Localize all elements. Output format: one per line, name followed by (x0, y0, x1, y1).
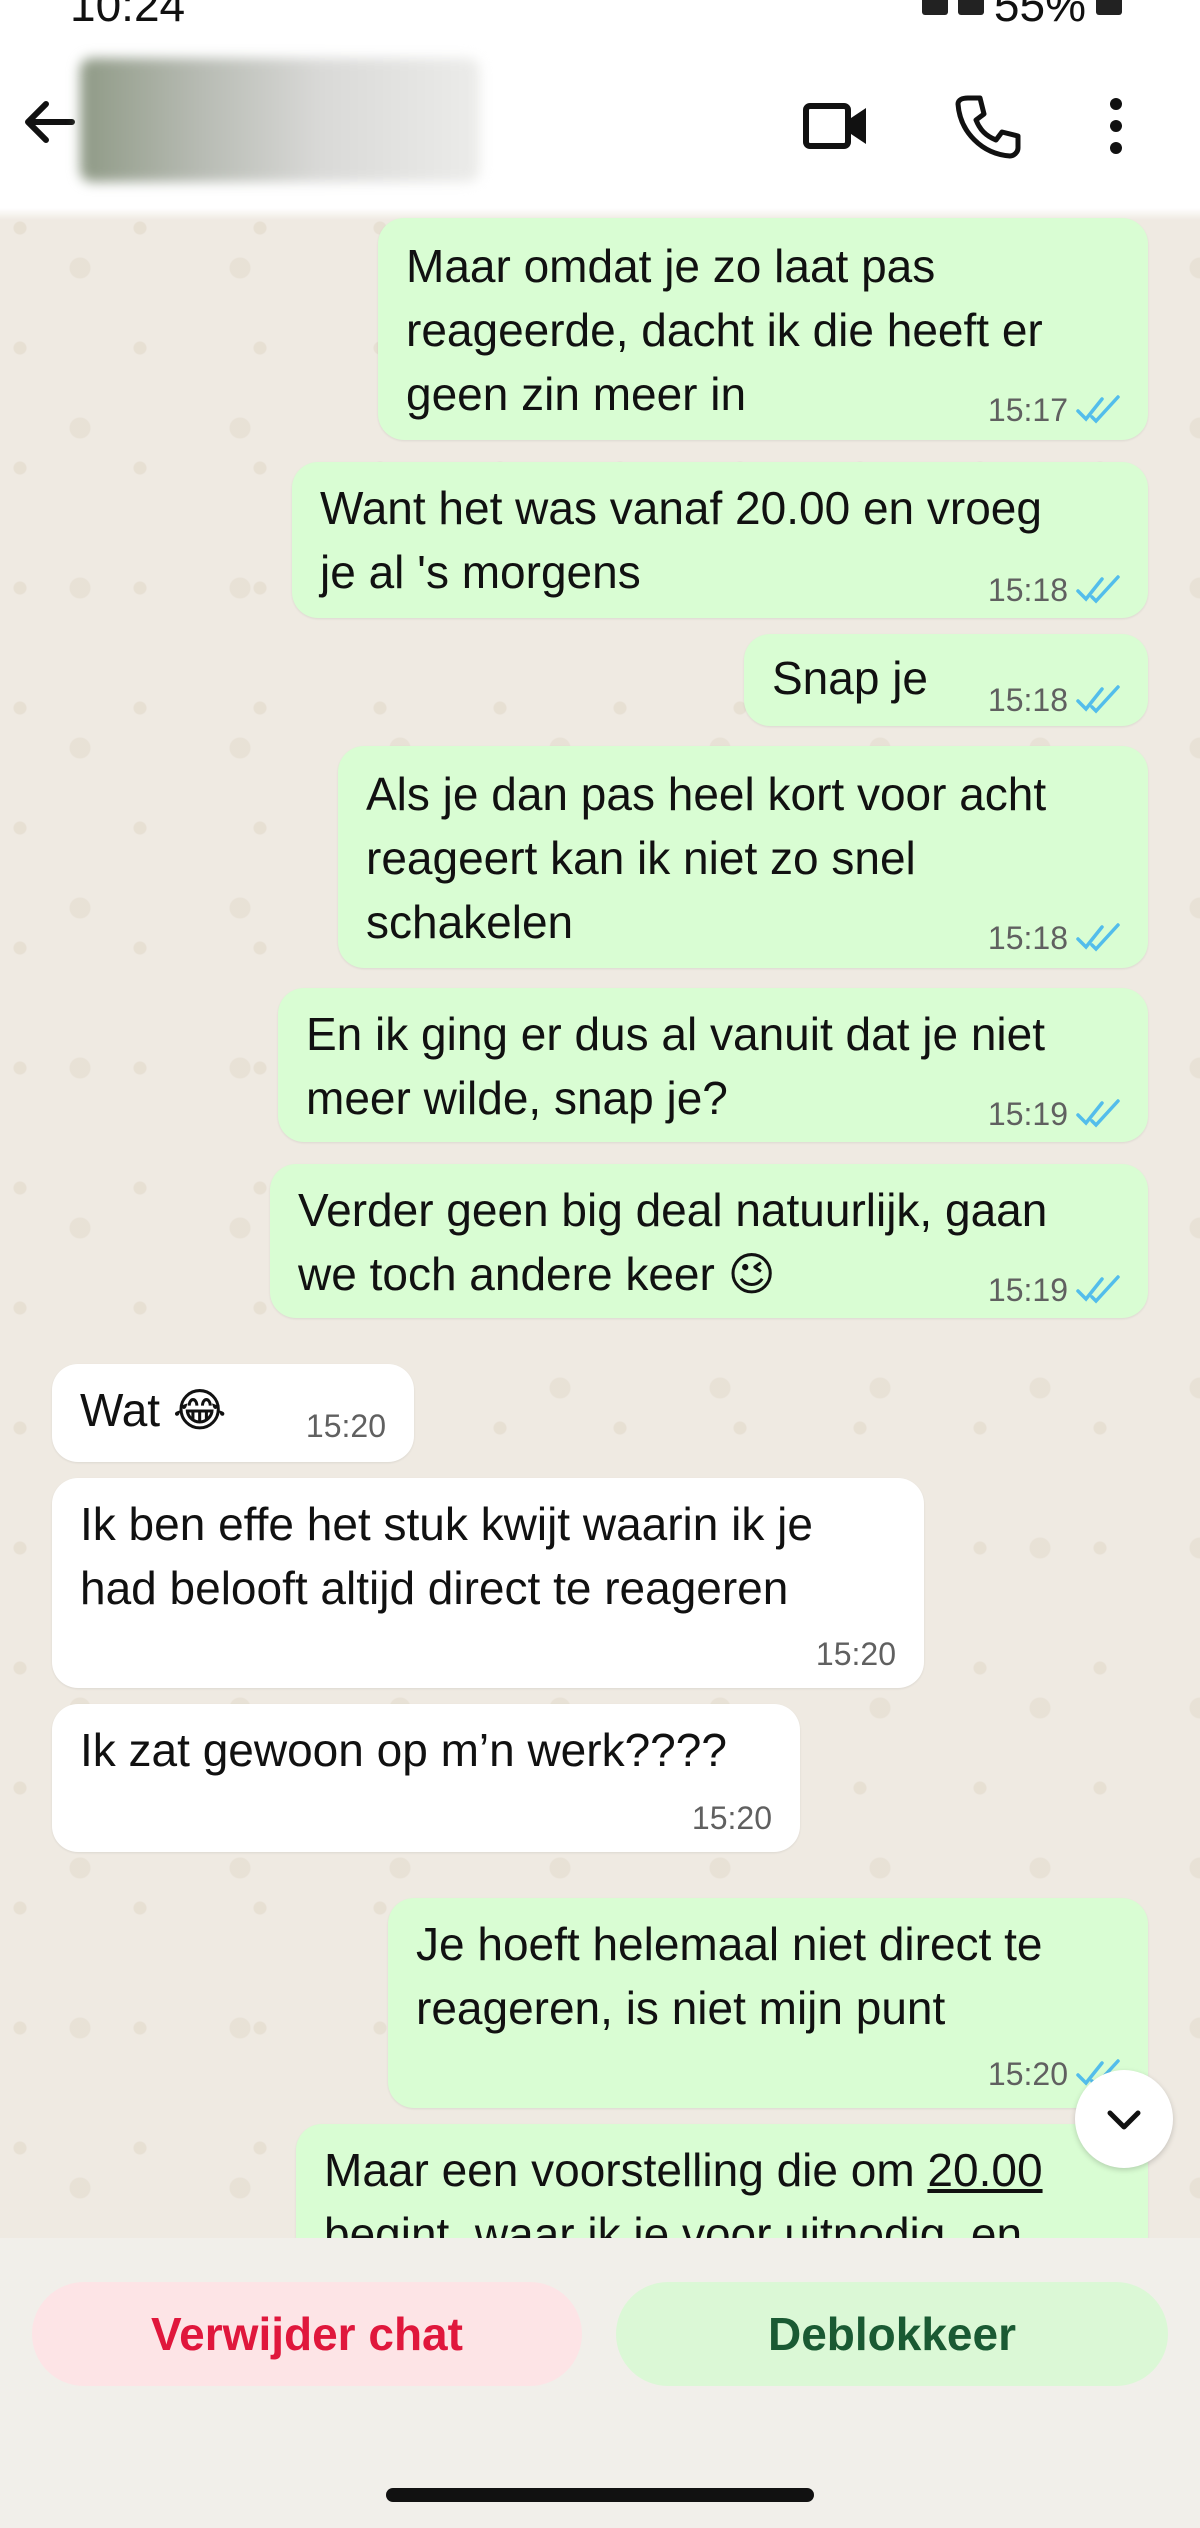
message-time: 15:18 (987, 572, 1068, 608)
chat-header (0, 40, 1200, 209)
message-bubble[interactable]: Snap je 15:18 (744, 634, 1148, 726)
message-meta: 15:18 (988, 680, 1120, 720)
message-bubble[interactable]: En ik ging er dus al vanuit dat je niet … (278, 988, 1148, 1142)
message-meta: 15:18 (988, 570, 1120, 610)
message-text-part: begint, waar ik je voor uitnodig, en (324, 2208, 1023, 2238)
read-ticks-icon (1076, 1275, 1120, 1304)
message-bubble[interactable]: Maar een voorstelling die om 20.00 begin… (296, 2124, 1148, 2238)
message-text: Je hoeft helemaal niet direct te reagere… (416, 1918, 1043, 2034)
unblock-button[interactable]: Deblokkeer (616, 2282, 1168, 2386)
message-time: 15:17 (987, 392, 1068, 428)
message-bubble[interactable]: Ik ben effe het stuk kwijt waarin ik je … (52, 1478, 924, 1688)
message-time: 15:18 (987, 920, 1068, 956)
video-call-icon[interactable] (800, 90, 872, 162)
back-arrow-icon[interactable] (18, 90, 82, 154)
message-bubble[interactable]: Je hoeft helemaal niet direct te reagere… (388, 1898, 1148, 2108)
mute-icon (921, 0, 948, 15)
message-meta: 15:19 (988, 1270, 1120, 1310)
status-bar: 10:24 55% (0, 0, 1200, 40)
message-time: 15:19 (987, 1272, 1068, 1308)
message-meta: 15:20 (816, 1634, 896, 1674)
read-ticks-icon (1076, 395, 1120, 424)
read-ticks-icon (1076, 685, 1120, 714)
home-indicator[interactable] (386, 2488, 814, 2502)
message-bubble[interactable]: Ik zat gewoon op m’n werk???? 15:20 (52, 1704, 800, 1852)
message-bubble[interactable]: Als je dan pas heel kort voor acht reage… (338, 746, 1148, 968)
status-time: 10:24 (70, 0, 186, 31)
read-ticks-icon (1076, 1099, 1120, 1128)
chevron-down-icon (1107, 2110, 1141, 2130)
message-time: 15:20 (691, 1800, 772, 1836)
message-bubble[interactable]: Want het was vanaf 20.00 en vroeg je al … (292, 462, 1148, 618)
read-ticks-icon (1076, 575, 1120, 604)
battery-percent: 55% (993, 0, 1086, 31)
phone-call-icon[interactable] (952, 90, 1024, 162)
message-meta: 15:19 (988, 1094, 1120, 1134)
message-time: 15:20 (815, 1636, 896, 1672)
status-icons: 55% (921, 0, 1122, 32)
battery-icon (1096, 0, 1122, 15)
message-bubble[interactable]: Wat 😂 15:20 (52, 1364, 414, 1462)
message-text: Maar een voorstelling die om 20.00 begin… (324, 2138, 1144, 2238)
message-time: 15:19 (987, 1096, 1068, 1132)
message-meta: 15:20 (306, 1406, 386, 1446)
read-ticks-icon (1076, 923, 1120, 952)
message-meta: 15:18 (988, 918, 1120, 958)
message-text: Snap je (772, 652, 929, 704)
message-time: 15:20 (987, 2056, 1068, 2092)
chat-area[interactable]: Maar omdat je zo laat pas reageerde, dac… (0, 208, 1200, 2238)
message-time: 15:18 (987, 682, 1068, 718)
message-text: Wat 😂 (80, 1384, 227, 1436)
signal-icon (957, 0, 984, 15)
message-bubble[interactable]: Verder geen big deal natuurlijk, gaan we… (270, 1164, 1148, 1318)
blocked-contact-actions: Verwijder chat Deblokkeer (0, 2238, 1200, 2528)
message-link[interactable]: 20.00 (927, 2144, 1042, 2196)
more-options-icon[interactable] (1080, 90, 1152, 162)
message-bubble[interactable]: Maar omdat je zo laat pas reageerde, dac… (378, 218, 1148, 440)
contact-info-blurred[interactable] (80, 58, 480, 182)
message-time: 15:20 (305, 1408, 386, 1444)
message-text-part: Maar een voorstelling die om (324, 2144, 928, 2196)
message-text: Ik zat gewoon op m’n werk???? (80, 1724, 727, 1776)
delete-chat-button[interactable]: Verwijder chat (32, 2282, 582, 2386)
message-meta: 15:20 (692, 1798, 772, 1838)
message-meta: 15:17 (988, 390, 1120, 430)
scroll-to-bottom-button[interactable] (1075, 2070, 1173, 2168)
message-text: Ik ben effe het stuk kwijt waarin ik je … (80, 1498, 813, 1614)
